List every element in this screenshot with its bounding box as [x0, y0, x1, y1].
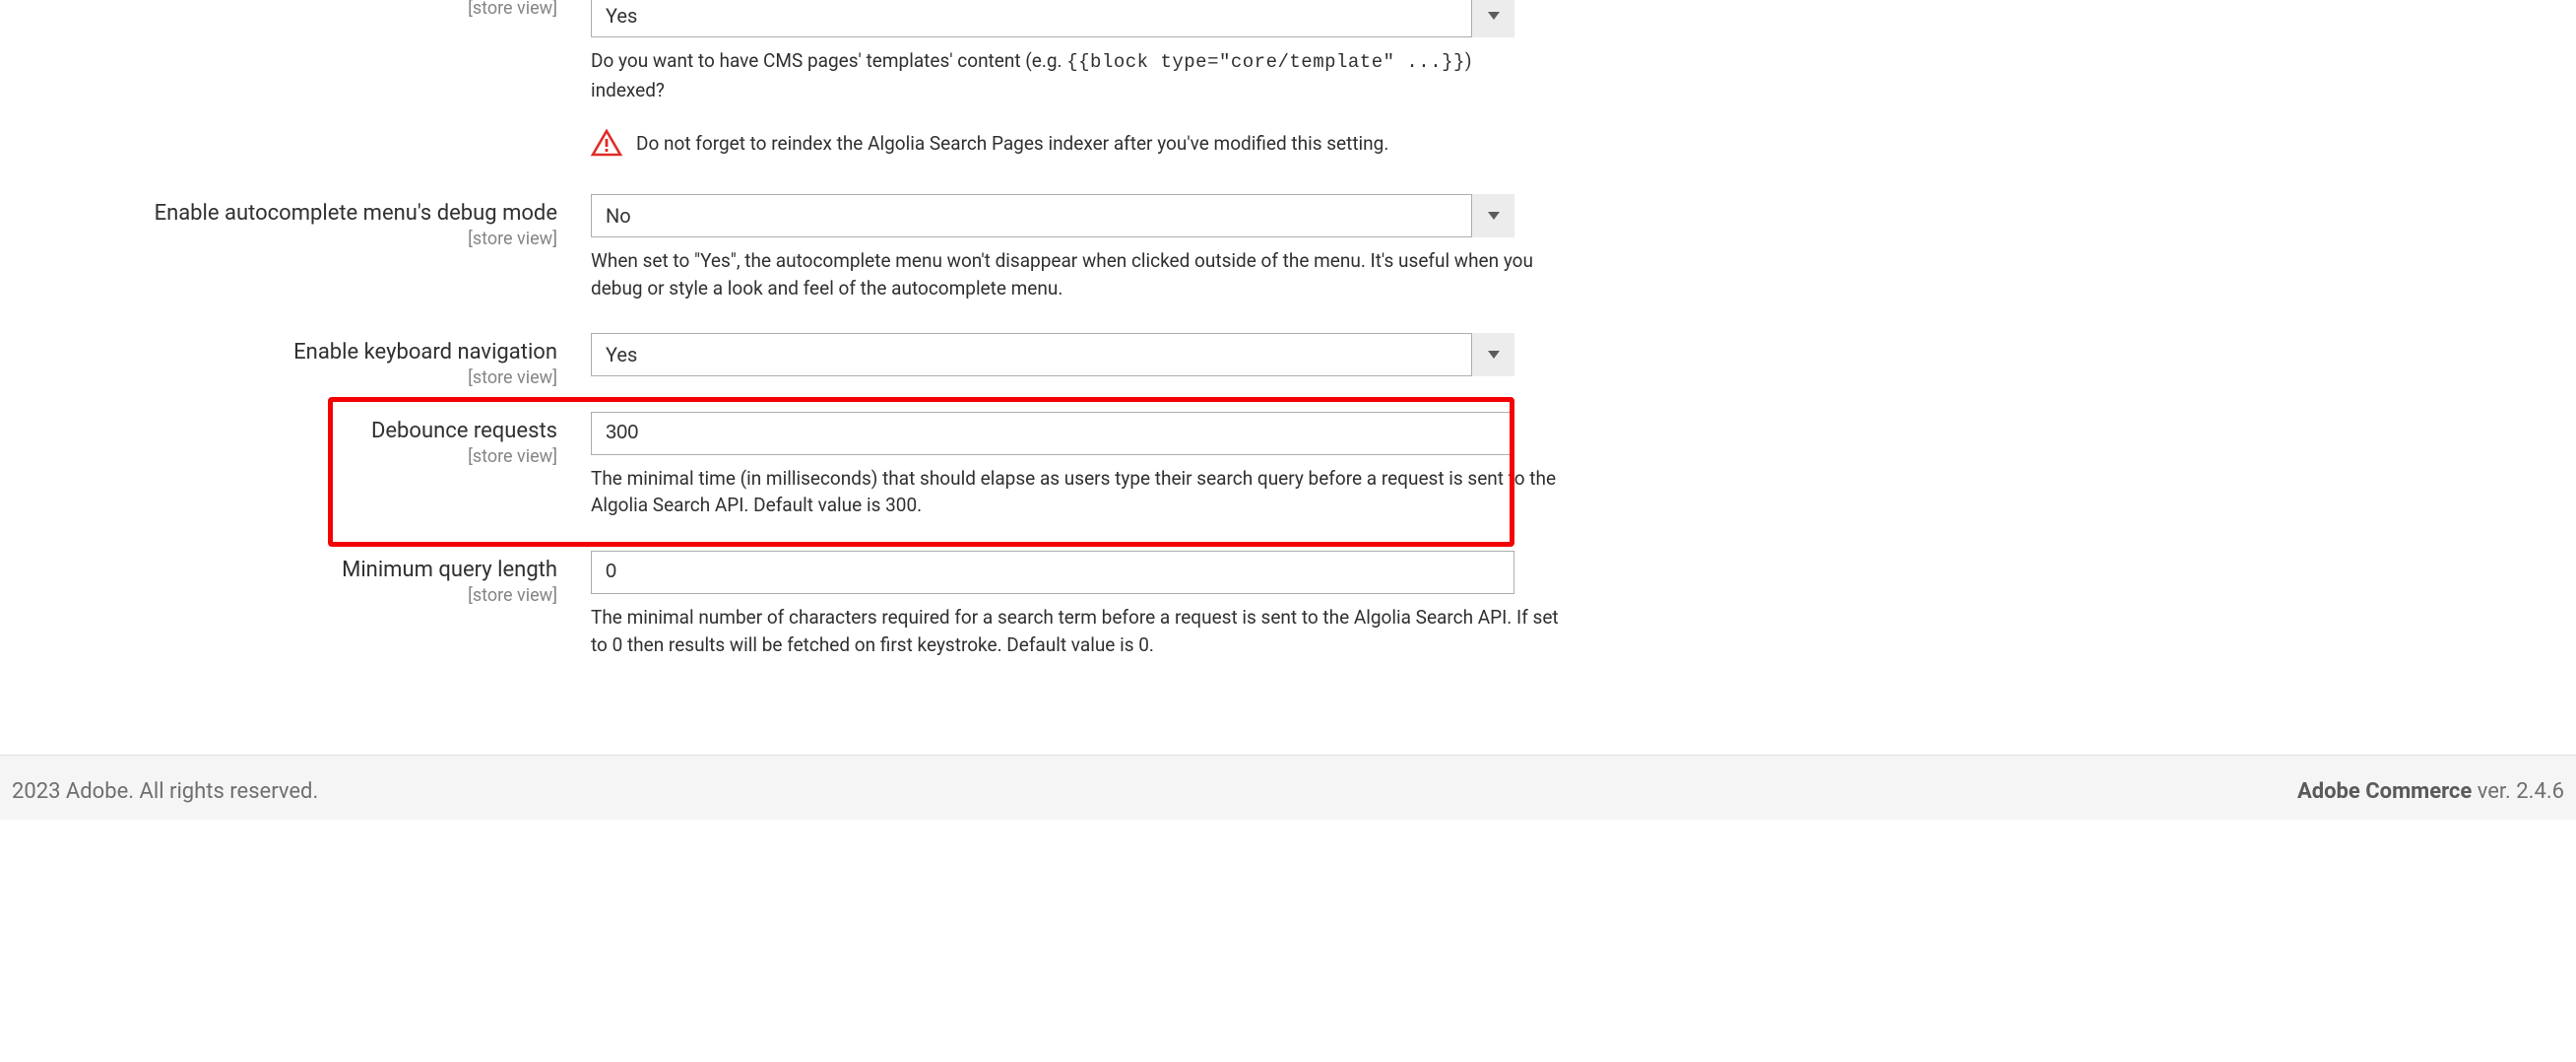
- field-scope: [store view]: [39, 446, 557, 467]
- field-scope: [store view]: [39, 0, 557, 19]
- footer-copyright: 2023 Adobe. All rights reserved.: [12, 779, 318, 804]
- select-dropdown-button[interactable]: [1471, 0, 1514, 37]
- debug-mode-select[interactable]: No: [591, 194, 1514, 237]
- field-value-col: Yes Do you want to have CMS pages' templ…: [591, 0, 2537, 157]
- field-label: Enable autocomplete menu's debug mode: [39, 199, 557, 229]
- field-scope: [store view]: [39, 585, 557, 606]
- field-label-col: Minimum query length [store view]: [39, 551, 591, 606]
- field-value-col: The minimal number of characters require…: [591, 551, 2537, 658]
- chevron-down-icon: [1488, 12, 1500, 20]
- warning-icon: [591, 129, 622, 157]
- field-label-col: Debounce requests [store view]: [39, 412, 591, 467]
- field-label-col: Render template directives [store view]: [39, 0, 591, 19]
- field-label-col: Enable keyboard navigation [store view]: [39, 333, 591, 388]
- field-scope: [store view]: [39, 367, 557, 388]
- field-help: When set to "Yes", the autocomplete menu…: [591, 247, 1576, 301]
- warning-row: Do not forget to reindex the Algolia Sea…: [591, 129, 2497, 157]
- field-debounce-requests: Debounce requests [store view] The minim…: [39, 408, 2537, 519]
- debounce-input[interactable]: [591, 412, 1514, 455]
- select-value: No: [591, 194, 1514, 237]
- chevron-down-icon: [1488, 212, 1500, 220]
- select-dropdown-button[interactable]: [1471, 333, 1514, 376]
- field-minimum-query-length: Minimum query length [store view] The mi…: [39, 547, 2537, 658]
- select-value: Yes: [591, 333, 1514, 376]
- field-help: The minimal time (in milliseconds) that …: [591, 465, 1576, 519]
- select-value: Yes: [591, 0, 1514, 37]
- select-dropdown-button[interactable]: [1471, 194, 1514, 237]
- warning-text: Do not forget to reindex the Algolia Sea…: [636, 132, 1388, 155]
- chevron-down-icon: [1488, 351, 1500, 359]
- field-label: Minimum query length: [39, 556, 557, 585]
- footer-version: Adobe Commerce ver. 2.4.6: [2297, 779, 2564, 804]
- field-label-col: Enable autocomplete menu's debug mode [s…: [39, 194, 591, 249]
- field-debug-mode: Enable autocomplete menu's debug mode [s…: [39, 190, 2537, 301]
- min-query-length-input[interactable]: [591, 551, 1514, 594]
- field-value-col: The minimal time (in milliseconds) that …: [591, 412, 2537, 519]
- field-render-template-directives: Render template directives [store view] …: [39, 0, 2537, 157]
- render-template-select[interactable]: Yes: [591, 0, 1514, 37]
- keyboard-nav-select[interactable]: Yes: [591, 333, 1514, 376]
- field-help: The minimal number of characters require…: [591, 604, 1576, 658]
- field-label: Enable keyboard navigation: [39, 338, 557, 367]
- field-value-col: Yes: [591, 333, 2537, 376]
- code-sample: {{block type="core/template" ...}}: [1066, 51, 1465, 73]
- footer: 2023 Adobe. All rights reserved. Adobe C…: [0, 755, 2576, 820]
- field-label: Debounce requests: [39, 417, 557, 446]
- field-scope: [store view]: [39, 229, 557, 249]
- field-keyboard-navigation: Enable keyboard navigation [store view] …: [39, 329, 2537, 388]
- field-value-col: No When set to "Yes", the autocomplete m…: [591, 194, 2537, 301]
- field-help: Do you want to have CMS pages' templates…: [591, 47, 1536, 103]
